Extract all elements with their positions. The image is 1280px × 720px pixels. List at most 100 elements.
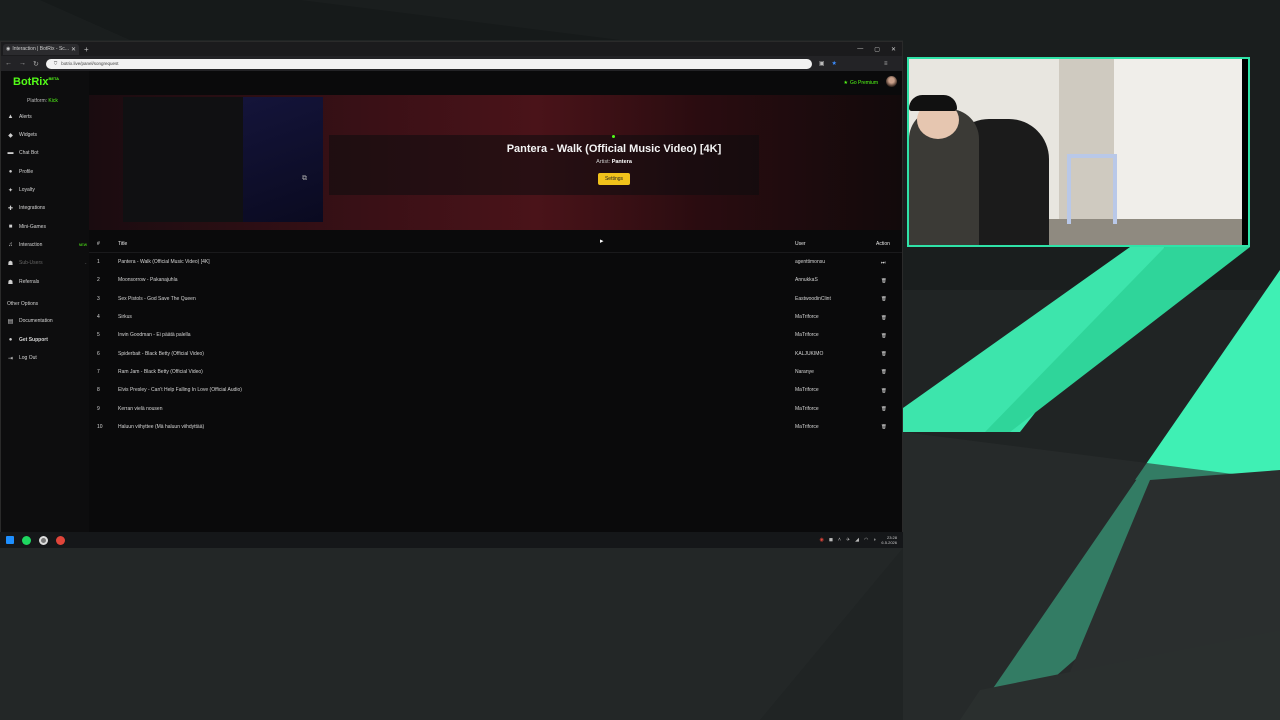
trash-icon[interactable]: 🗑 <box>881 315 887 320</box>
sidebar-item-profile[interactable]: ● Profile <box>7 166 87 178</box>
row-number: 10 <box>97 423 103 430</box>
skip-icon[interactable]: ⏭ <box>881 260 886 266</box>
row-number: 2 <box>97 277 100 284</box>
sidebar-item-log-out[interactable]: ⇥ Log Out <box>7 352 87 364</box>
clock[interactable]: 23:28 6.5.2026 <box>881 535 897 545</box>
requester-name: agenttimonsu <box>795 259 826 266</box>
forward-icon[interactable]: → <box>19 60 26 67</box>
spotify-icon[interactable] <box>22 535 31 545</box>
sidebar-item-label: Get Support <box>19 337 48 343</box>
now-playing-panel: ⧉ Pantera - Walk (Official Music Video) … <box>89 95 902 230</box>
sidebar-item-alerts[interactable]: ▲ Alerts <box>7 111 87 123</box>
table-row: 9 Kerran vielä nousen MaTriforce 🗑 <box>89 399 902 417</box>
trash-icon[interactable]: 🗑 <box>881 424 887 429</box>
pip-icon[interactable]: ⧉ <box>302 175 307 183</box>
tray-volume-icon[interactable]: ◢ <box>855 537 859 543</box>
menu-icon[interactable]: ≡ <box>884 61 888 67</box>
requester-name: MaTriforce <box>795 423 819 430</box>
trash-icon[interactable]: 🗑 <box>881 369 887 374</box>
go-premium-link[interactable]: ★ Go Premium <box>843 80 878 86</box>
sidebar-item-interaction[interactable]: ♫ Interaction NEW <box>7 239 87 251</box>
doc-icon: ▤ <box>7 318 14 325</box>
back-icon[interactable]: ← <box>5 60 12 67</box>
requester-name: AnnukkaS <box>795 277 818 284</box>
brand-logo[interactable]: BotRixBETA <box>13 76 59 88</box>
sidebar-item-label: Chat Bot <box>19 150 39 156</box>
trash-icon[interactable]: 🗑 <box>881 333 887 338</box>
sidebar-item-loyalty[interactable]: ✦ Loyalty <box>7 184 87 196</box>
minimize-icon[interactable]: — <box>857 46 863 53</box>
speaker-icon[interactable]: ◗ <box>873 537 876 543</box>
table-row: 2 Moonsorrow - Pakanajuhla AnnukkaS 🗑 <box>89 271 902 289</box>
logout-icon: ⇥ <box>7 355 14 362</box>
tray-app-icon[interactable]: ◉ <box>820 537 824 543</box>
tray-expand-icon[interactable]: ˄ <box>838 537 841 543</box>
chat-icon: ▬ <box>7 150 14 156</box>
song-title: Sex Pistols - God Save The Queen <box>118 295 196 302</box>
song-title: Elvis Presley - Can't Help Falling In Lo… <box>118 387 242 394</box>
browser-tab[interactable]: ◉ Interaction | BotRix - Sc... ✕ <box>3 43 79 55</box>
trash-icon[interactable]: 🗑 <box>881 351 887 356</box>
sidebar-item-label: Mini-Games <box>19 224 46 230</box>
sidebar-item-chat-bot[interactable]: ▬ Chat Bot <box>7 147 87 159</box>
artist-label: Artist: <box>596 159 611 165</box>
row-number: 9 <box>97 405 100 412</box>
trash-icon[interactable]: 🗑 <box>881 278 887 283</box>
users-icon: ☗ <box>7 260 14 267</box>
sidebar-item-widgets[interactable]: ◆ Widgets <box>7 129 87 141</box>
song-title: Spiderbait - Black Betty (Official Video… <box>118 350 204 357</box>
bookmark-star-icon[interactable]: ★ <box>832 60 837 67</box>
video-player[interactable] <box>123 97 323 222</box>
table-body: 1 Pantera - Walk (Official Music Video) [… <box>89 253 902 436</box>
tray-discord-icon[interactable]: ◼ <box>829 537 833 543</box>
sidebar-item-label: Interaction <box>19 242 43 248</box>
star-icon: ★ <box>843 80 848 86</box>
avatar[interactable] <box>886 76 897 87</box>
wifi-icon[interactable]: ◠ <box>864 537 868 543</box>
obs-icon[interactable] <box>39 535 48 545</box>
trash-icon[interactable]: 🗑 <box>881 296 887 301</box>
table-row: 8 Elvis Presley - Can't Help Falling In L… <box>89 381 902 399</box>
botrix-app: BotRixBETA Platform: Kick ▲ Alerts ◆ Widge… <box>1 71 902 532</box>
row-number: 6 <box>97 350 100 357</box>
windows-start-icon[interactable] <box>6 536 14 544</box>
trash-icon[interactable]: 🗑 <box>881 388 887 393</box>
settings-button[interactable]: Settings <box>598 173 630 185</box>
browser-app-icon[interactable] <box>56 535 65 545</box>
referrals-icon: ☗ <box>7 279 14 286</box>
kick-favicon-icon: ◉ <box>6 46 11 52</box>
sidebar-item-documentation[interactable]: ▤ Documentation <box>7 315 87 327</box>
sidebar-item-sub-users[interactable]: ☗ Sub-Users ⌄ <box>7 257 87 269</box>
integrations-icon: ✚ <box>7 205 14 212</box>
tray-steam-icon[interactable]: ✈ <box>846 537 850 543</box>
extension-icon[interactable]: ▣ <box>819 60 825 67</box>
table-row: 10 Haluun viihyttee (Mä haluun viihdyttää… <box>89 418 902 436</box>
support-icon: ● <box>8 337 13 343</box>
trash-icon[interactable]: 🗑 <box>881 406 887 411</box>
close-window-icon[interactable]: ✕ <box>891 46 896 53</box>
table-row: 7 Ram Jam - Black Betty (Official Video) N… <box>89 363 902 381</box>
sidebar-item-label: Log Out <box>19 355 37 361</box>
row-number: 8 <box>97 387 100 394</box>
song-title: Ram Jam - Black Betty (Official Video) <box>118 368 203 375</box>
close-tab-icon[interactable]: ✕ <box>71 46 76 53</box>
song-title: Moonsorrow - Pakanajuhla <box>118 277 178 284</box>
new-badge: NEW <box>78 243 87 247</box>
widget-icon: ◆ <box>8 132 13 139</box>
system-tray: ◉ ◼ ˄ ✈ ◢ ◠ ◗ 23:28 6.5.2026 <box>820 535 898 545</box>
webcam-overlay <box>907 57 1250 247</box>
maximize-icon[interactable]: ▢ <box>874 46 880 53</box>
sidebar-item-label: Profile <box>19 169 34 175</box>
address-bar[interactable]: ⛉ botrix.live/panel/songrequest <box>45 58 812 69</box>
sidebar-item-mini-games[interactable]: ■ Mini-Games <box>7 221 87 233</box>
sidebar-item-referrals[interactable]: ☗ Referrals <box>7 276 87 288</box>
browser-window: ◉ Interaction | BotRix - Sc... ✕ + — ▢ ✕… <box>0 41 903 532</box>
song-title: Pantera - Walk (Official Music Video) [4… <box>118 259 210 266</box>
row-number: 5 <box>97 332 100 339</box>
new-tab-icon[interactable]: + <box>84 45 89 54</box>
requester-name: EastwoodinClint <box>795 295 831 302</box>
sidebar-item-get-support[interactable]: ● Get Support <box>7 334 87 346</box>
go-premium-label: Go Premium <box>849 80 878 86</box>
sidebar-item-integrations[interactable]: ✚ Integrations <box>7 202 87 214</box>
reload-icon[interactable]: ↻ <box>33 60 39 68</box>
